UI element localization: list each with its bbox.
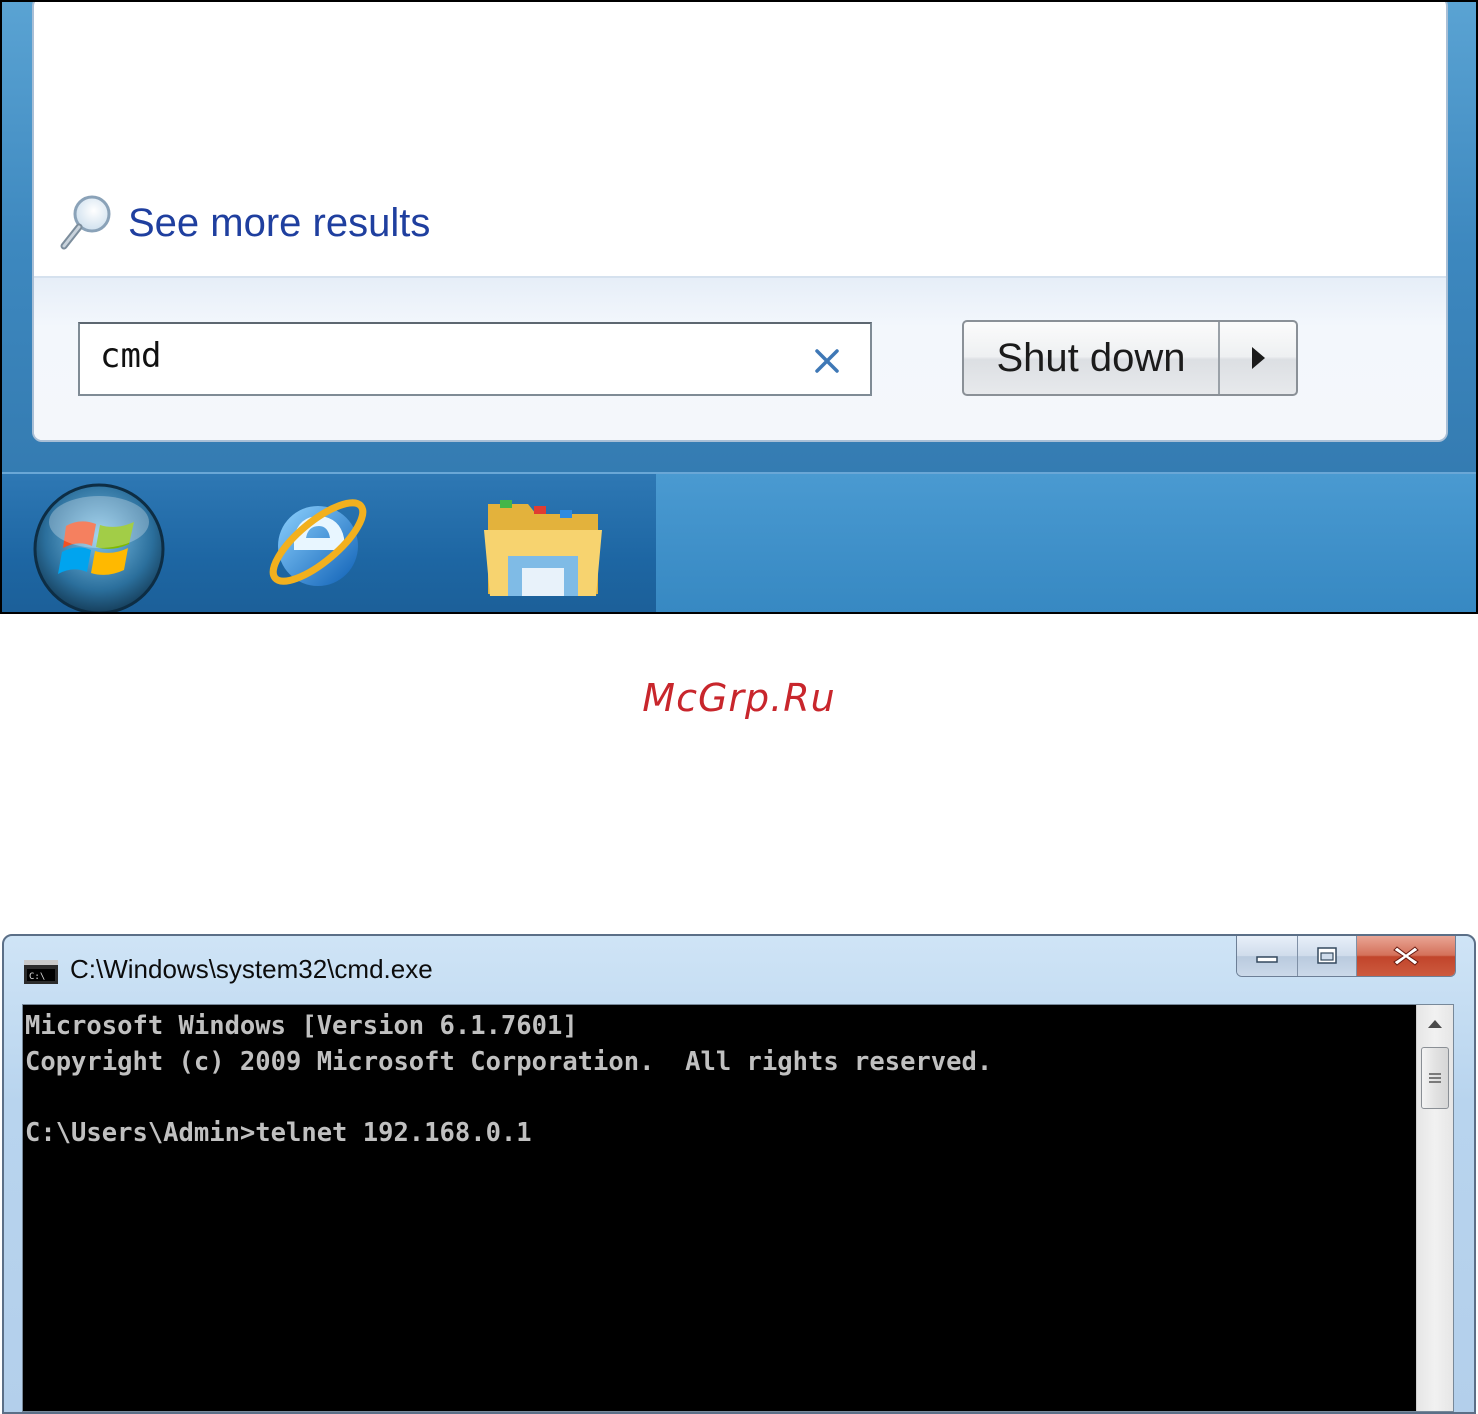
clear-search-icon[interactable] (812, 346, 842, 376)
console-output: Microsoft Windows [Version 6.1.7601] Copy… (25, 1009, 1413, 1151)
console-line: Copyright (c) 2009 Microsoft Corporation… (25, 1046, 993, 1077)
console-line: C:\Users\Admin>telnet 192.168.0.1 (25, 1117, 532, 1148)
triangle-right-icon (1252, 347, 1265, 369)
folder-icon[interactable] (482, 494, 604, 600)
grip-icon (1429, 1073, 1441, 1083)
arrow-up-icon (1428, 1020, 1442, 1028)
window-title: C:\Windows\system32\cmd.exe (70, 954, 433, 984)
magnifier-icon (60, 195, 111, 250)
scroll-thumb[interactable] (1421, 1047, 1449, 1109)
see-more-results-link[interactable]: See more results (58, 188, 430, 258)
scroll-up-button[interactable] (1417, 1005, 1453, 1043)
internet-explorer-icon[interactable] (260, 486, 378, 602)
close-button[interactable] (1357, 936, 1455, 976)
title-bar[interactable]: C:\ C:\Windows\system32\cmd.exe (4, 936, 1474, 1004)
windows-logo-icon[interactable] (32, 482, 166, 614)
search-input[interactable]: cmd (78, 322, 872, 396)
start-menu: See more results cmd Shut down (32, 2, 1448, 442)
maximize-button[interactable] (1298, 936, 1357, 976)
command-prompt-icon[interactable]: C:\ (24, 960, 58, 984)
console-line: Microsoft Windows [Version 6.1.7601] (25, 1011, 578, 1041)
search-input-value: cmd (100, 336, 162, 376)
vertical-scrollbar[interactable] (1416, 1005, 1453, 1411)
minimize-icon (1256, 956, 1278, 963)
shutdown-button[interactable]: Shut down (964, 322, 1220, 394)
close-icon (1393, 946, 1419, 966)
cmd-window: C:\ C:\Windows\system32\cmd.exe Microsof… (2, 934, 1476, 1414)
start-menu-footer: cmd Shut down (34, 276, 1446, 440)
taskbar-empty-area (656, 474, 1476, 612)
watermark-text: McGrp.Ru (642, 676, 836, 720)
shutdown-options-button[interactable] (1220, 322, 1296, 394)
svg-text:C:\: C:\ (29, 972, 45, 982)
maximize-icon (1317, 947, 1337, 964)
shutdown-control: Shut down (962, 320, 1298, 396)
taskbar (2, 472, 1476, 614)
caption-buttons (1236, 936, 1456, 977)
start-menu-screenshot: See more results cmd Shut down (0, 0, 1478, 614)
minimize-button[interactable] (1237, 936, 1298, 976)
see-more-results-label: See more results (128, 200, 431, 245)
console-area[interactable]: Microsoft Windows [Version 6.1.7601] Copy… (22, 1004, 1454, 1412)
